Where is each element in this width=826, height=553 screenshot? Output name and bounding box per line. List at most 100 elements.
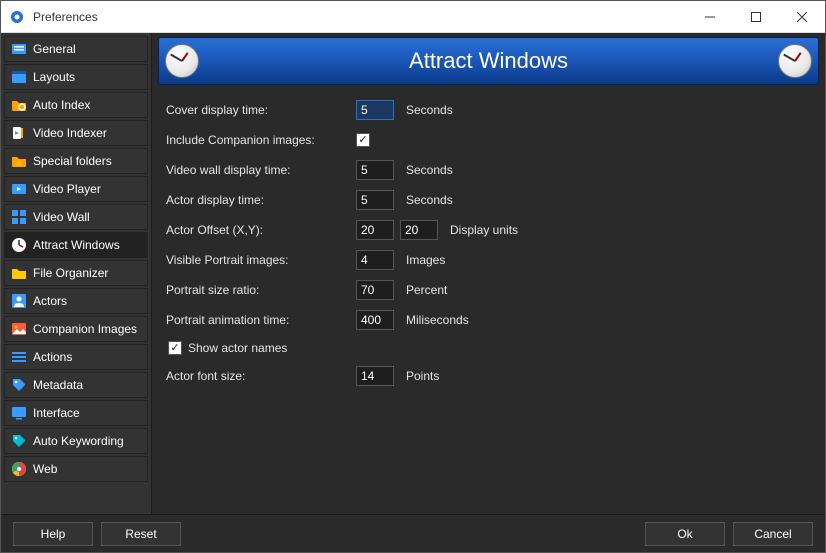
sidebar-item-metadata[interactable]: Metadata <box>4 372 148 398</box>
input-portrait-anim[interactable] <box>356 310 394 330</box>
sidebar-item-label: Auto Index <box>33 98 90 112</box>
row-actor-display-time: Actor display time: Seconds <box>166 185 811 215</box>
unit-ms: Miliseconds <box>406 313 469 327</box>
sidebar-item-label: Attract Windows <box>33 238 120 252</box>
label-visible-portrait: Visible Portrait images: <box>166 253 356 267</box>
unit-seconds: Seconds <box>406 193 453 207</box>
minimize-button[interactable] <box>687 1 733 32</box>
checkbox-show-actor-names[interactable] <box>168 341 182 355</box>
clock-icon <box>11 237 27 253</box>
sidebar-item-label: Video Player <box>33 182 101 196</box>
label-portrait-anim: Portrait animation time: <box>166 313 356 327</box>
titlebar: Preferences <box>1 1 825 33</box>
row-include-companion: Include Companion images: <box>166 125 811 155</box>
general-icon <box>11 41 27 57</box>
sidebar: General Layouts Auto Index Video Indexer… <box>1 33 151 514</box>
clock-ornament-icon <box>165 44 199 78</box>
sidebar-item-label: Layouts <box>33 70 75 84</box>
sidebar-item-web[interactable]: Web <box>4 456 148 482</box>
window-title: Preferences <box>33 10 687 24</box>
sidebar-item-attractwindows[interactable]: Attract Windows <box>4 232 148 258</box>
input-cover-display-time[interactable] <box>356 100 394 120</box>
label-portrait-ratio: Portrait size ratio: <box>166 283 356 297</box>
sidebar-item-general[interactable]: General <box>4 36 148 62</box>
metadata-icon <box>11 377 27 393</box>
footer: Help Reset Ok Cancel <box>1 514 825 552</box>
label-include-companion: Include Companion images: <box>166 133 356 147</box>
videoplayer-icon <box>11 181 27 197</box>
sidebar-item-autoindex[interactable]: Auto Index <box>4 92 148 118</box>
row-show-actor-names: Show actor names <box>166 335 811 361</box>
interface-icon <box>11 405 27 421</box>
label-actor-font-size: Actor font size: <box>166 369 356 383</box>
sidebar-item-label: General <box>33 42 76 56</box>
label-video-wall-display-time: Video wall display time: <box>166 163 356 177</box>
unit-images: Images <box>406 253 445 267</box>
maximize-button[interactable] <box>733 1 779 32</box>
videoindexer-icon <box>11 125 27 141</box>
sidebar-item-fileorganizer[interactable]: File Organizer <box>4 260 148 286</box>
sidebar-item-layouts[interactable]: Layouts <box>4 64 148 90</box>
sidebar-item-label: Auto Keywording <box>33 434 124 448</box>
sidebar-item-label: Video Indexer <box>33 126 107 140</box>
cancel-button[interactable]: Cancel <box>733 522 813 546</box>
row-cover-display-time: Cover display time: Seconds <box>166 95 811 125</box>
preferences-window: Preferences General Layouts Auto Index V… <box>0 0 826 553</box>
sidebar-item-autokeywording[interactable]: Auto Keywording <box>4 428 148 454</box>
row-portrait-anim: Portrait animation time: Miliseconds <box>166 305 811 335</box>
input-actor-font-size[interactable] <box>356 366 394 386</box>
label-actor-offset: Actor Offset (X,Y): <box>166 223 356 237</box>
sidebar-item-companion[interactable]: Companion Images <box>4 316 148 342</box>
label-actor-display-time: Actor display time: <box>166 193 356 207</box>
sidebar-item-label: Web <box>33 462 57 476</box>
videowall-icon <box>11 209 27 225</box>
unit-seconds: Seconds <box>406 163 453 177</box>
sidebar-item-videowall[interactable]: Video Wall <box>4 204 148 230</box>
input-visible-portrait[interactable] <box>356 250 394 270</box>
sidebar-item-actors[interactable]: Actors <box>4 288 148 314</box>
sidebar-item-interface[interactable]: Interface <box>4 400 148 426</box>
checkbox-include-companion[interactable] <box>356 133 370 147</box>
content-panel: Attract Windows Cover display time: Seco… <box>151 33 825 514</box>
sidebar-item-label: Actions <box>33 350 72 364</box>
sidebar-item-videoindexer[interactable]: Video Indexer <box>4 120 148 146</box>
sidebar-item-label: Metadata <box>33 378 83 392</box>
input-actor-display-time[interactable] <box>356 190 394 210</box>
input-portrait-ratio[interactable] <box>356 280 394 300</box>
unit-percent: Percent <box>406 283 447 297</box>
help-button[interactable]: Help <box>13 522 93 546</box>
sidebar-item-specialfolders[interactable]: Special folders <box>4 148 148 174</box>
sidebar-item-label: Video Wall <box>33 210 90 224</box>
fileorganizer-icon <box>11 265 27 281</box>
label-cover-display-time: Cover display time: <box>166 103 356 117</box>
sidebar-item-videoplayer[interactable]: Video Player <box>4 176 148 202</box>
row-portrait-ratio: Portrait size ratio: Percent <box>166 275 811 305</box>
row-actor-offset: Actor Offset (X,Y): Display units <box>166 215 811 245</box>
companion-icon <box>11 321 27 337</box>
ok-button[interactable]: Ok <box>645 522 725 546</box>
input-video-wall-display-time[interactable] <box>356 160 394 180</box>
sidebar-item-label: Interface <box>33 406 80 420</box>
sidebar-item-actions[interactable]: Actions <box>4 344 148 370</box>
reset-button[interactable]: Reset <box>101 522 181 546</box>
sidebar-item-label: File Organizer <box>33 266 108 280</box>
unit-display-units: Display units <box>450 223 518 237</box>
input-actor-offset-y[interactable] <box>400 220 438 240</box>
sidebar-item-label: Special folders <box>33 154 112 168</box>
app-icon <box>9 9 25 25</box>
autoindex-icon <box>11 97 27 113</box>
input-actor-offset-x[interactable] <box>356 220 394 240</box>
page-header: Attract Windows <box>158 37 819 85</box>
sidebar-item-label: Companion Images <box>33 322 137 336</box>
close-button[interactable] <box>779 1 825 32</box>
settings-form: Cover display time: Seconds Include Comp… <box>156 95 821 391</box>
row-actor-font-size: Actor font size: Points <box>166 361 811 391</box>
actions-icon <box>11 349 27 365</box>
page-title: Attract Windows <box>409 48 568 74</box>
unit-seconds: Seconds <box>406 103 453 117</box>
row-visible-portrait: Visible Portrait images: Images <box>166 245 811 275</box>
autokeywording-icon <box>11 433 27 449</box>
clock-ornament-icon <box>778 44 812 78</box>
label-show-actor-names: Show actor names <box>188 341 287 355</box>
sidebar-item-label: Actors <box>33 294 67 308</box>
